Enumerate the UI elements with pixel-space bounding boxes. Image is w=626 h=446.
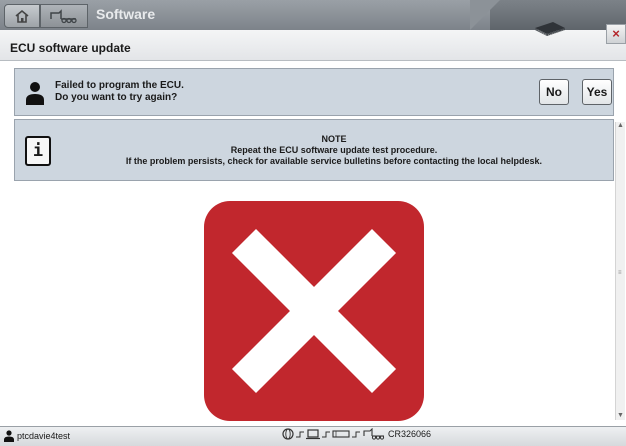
scroll-down-icon[interactable]: ▼ [616,412,625,420]
user-status: ptcdavie4test [4,430,70,442]
scroll-up-icon[interactable]: ▲ [616,122,625,130]
ecu-chip-indicator [520,4,580,54]
connection-line-icon [322,431,330,438]
vehicle-button[interactable] [40,4,88,28]
user-icon [26,82,44,105]
note-line-1: Repeat the ECU software update test proc… [230,145,438,155]
info-icon: i [25,136,51,166]
note-panel: i NOTE Repeat the ECU software update te… [14,119,614,181]
error-x-icon [204,201,424,421]
note-heading: NOTE [321,134,347,144]
vehicle-icon [363,428,385,440]
no-button[interactable]: No [539,79,569,105]
yes-button[interactable]: Yes [582,79,612,105]
retry-prompt: Failed to program the ECU. Do you want t… [14,68,614,116]
laptop-icon [306,429,320,440]
device-id-label: CR326066 [388,429,432,439]
user-icon [4,430,14,442]
page-title: ECU software update [10,41,131,55]
status-bar: ptcdavie4test CR326066 [0,426,626,446]
username-label: ptcdavie4test [17,431,71,441]
breadcrumb-edge [470,0,500,30]
home-icon [15,9,29,23]
breadcrumb-title: Software [96,6,156,22]
ecu-chip-icon [535,22,565,36]
home-button[interactable] [4,4,40,28]
prompt-line-2: Do you want to try again? [55,92,178,103]
note-line-2: If the problem persists, check for avail… [125,156,543,166]
connection-status: CR326066 [282,428,431,440]
main-content: Failed to program the ECU. Do you want t… [0,61,626,426]
interface-device-icon [332,430,350,438]
connection-line-icon [296,431,304,438]
note-text: NOTE Repeat the ECU software update test… [59,134,609,167]
vertical-scrollbar[interactable]: ▲ ≡ ▼ [615,122,625,420]
scroll-grip-icon[interactable]: ≡ [618,270,623,276]
vehicle-icon [50,9,77,24]
prompt-message: Failed to program the ECU. Do you want t… [55,80,184,104]
connection-line-icon [352,431,360,438]
close-button[interactable]: × [606,24,626,44]
globe-icon [282,428,294,440]
prompt-line-1: Failed to program the ECU. [55,80,184,91]
